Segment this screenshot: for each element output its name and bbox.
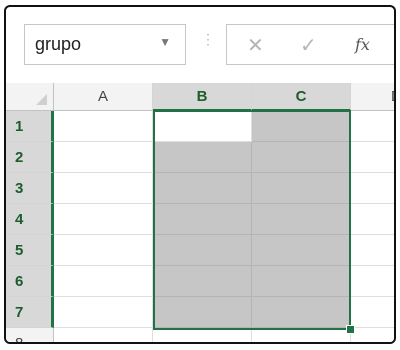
cell-d8[interactable]	[351, 328, 394, 342]
row-header-4[interactable]: 4	[6, 204, 54, 235]
insert-function-button[interactable]: fx	[355, 35, 370, 54]
column-header-a[interactable]: A	[54, 83, 153, 111]
spreadsheet-window: grupo ▼ ⋮ ✕ ✓ fx A B C D 1 2 3 4 5 6 7 8	[4, 5, 396, 344]
cell-d1[interactable]	[351, 111, 394, 142]
cell-b1-active[interactable]	[153, 111, 252, 142]
triangle-down-icon[interactable]: ▼	[159, 35, 171, 49]
name-box[interactable]: grupo ▼	[24, 24, 186, 65]
row-header-8[interactable]: 8	[6, 328, 54, 342]
row-header-3[interactable]: 3	[6, 173, 54, 204]
cell-b6[interactable]	[153, 266, 252, 297]
cell-b3[interactable]	[153, 173, 252, 204]
cell-c4[interactable]	[252, 204, 351, 235]
cell-d6[interactable]	[351, 266, 394, 297]
vertical-dots-icon: ⋮	[201, 31, 216, 47]
cell-d7[interactable]	[351, 297, 394, 328]
select-all-icon	[36, 94, 47, 105]
x-icon[interactable]: ✕	[247, 33, 264, 58]
cell-c8[interactable]	[252, 328, 351, 342]
cell-d5[interactable]	[351, 235, 394, 266]
cell-b8[interactable]	[153, 328, 252, 342]
cell-a7[interactable]	[54, 297, 153, 328]
cell-d3[interactable]	[351, 173, 394, 204]
cell-a3[interactable]	[54, 173, 153, 204]
cell-b7[interactable]	[153, 297, 252, 328]
row-header-6[interactable]: 6	[6, 266, 54, 297]
cell-c1[interactable]	[252, 111, 351, 142]
name-box-value: grupo	[35, 34, 82, 54]
check-icon[interactable]: ✓	[300, 33, 317, 58]
cell-a4[interactable]	[54, 204, 153, 235]
cell-d2[interactable]	[351, 142, 394, 173]
row-header-1[interactable]: 1	[6, 111, 54, 142]
cell-b5[interactable]	[153, 235, 252, 266]
cell-a5[interactable]	[54, 235, 153, 266]
row-header-7[interactable]: 7	[6, 297, 54, 328]
cell-d4[interactable]	[351, 204, 394, 235]
fill-handle[interactable]	[346, 325, 355, 334]
cell-b4[interactable]	[153, 204, 252, 235]
select-all-corner[interactable]	[6, 83, 54, 111]
cell-a6[interactable]	[54, 266, 153, 297]
row-header-5[interactable]: 5	[6, 235, 54, 266]
column-header-b[interactable]: B	[153, 83, 252, 111]
cell-a1[interactable]	[54, 111, 153, 142]
cell-b2[interactable]	[153, 142, 252, 173]
cell-c6[interactable]	[252, 266, 351, 297]
cell-c7[interactable]	[252, 297, 351, 328]
formula-buttons: ✕ ✓ fx	[226, 24, 394, 65]
cell-a2[interactable]	[54, 142, 153, 173]
cell-a8[interactable]	[54, 328, 153, 342]
cell-c3[interactable]	[252, 173, 351, 204]
column-header-c[interactable]: C	[252, 83, 351, 111]
column-header-d[interactable]: D	[351, 83, 394, 111]
cell-c5[interactable]	[252, 235, 351, 266]
row-header-2[interactable]: 2	[6, 142, 54, 173]
cell-c2[interactable]	[252, 142, 351, 173]
